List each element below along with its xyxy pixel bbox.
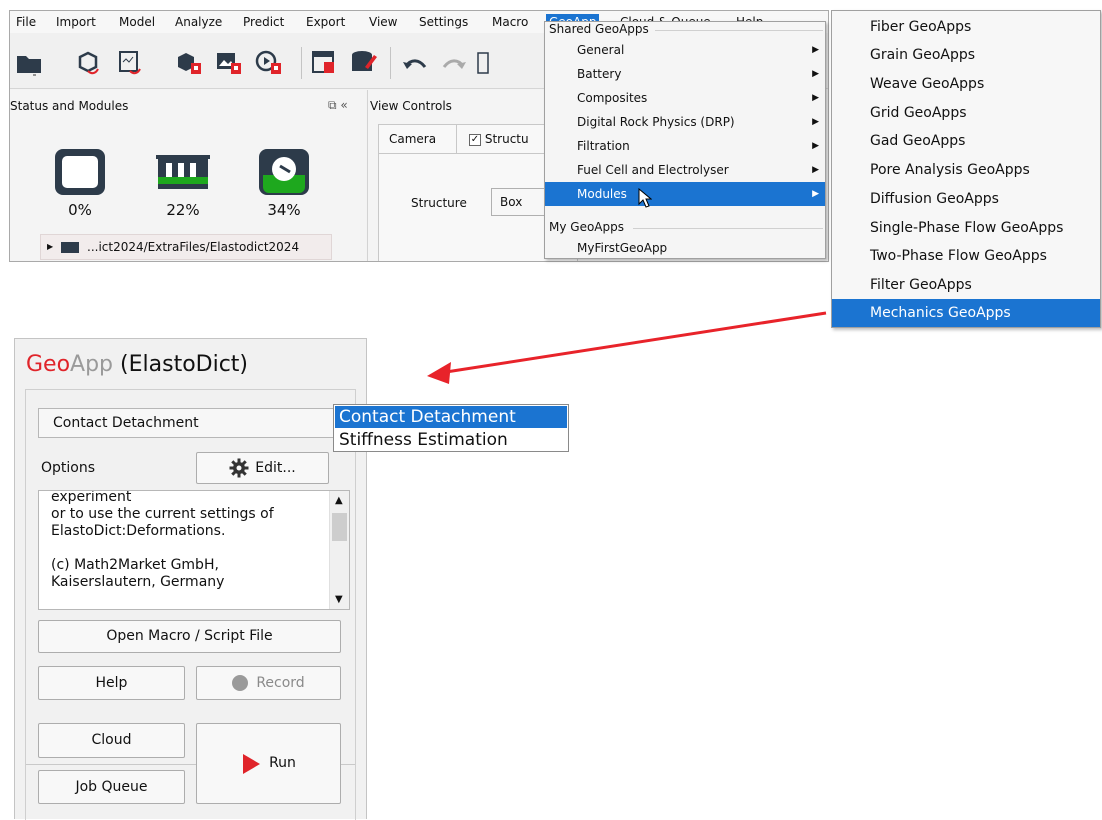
help-button[interactable]: Help	[38, 666, 185, 700]
geoapp-select-popup: Contact Detachment Stiffness Estimation	[333, 404, 569, 452]
open-macro-button[interactable]: Open Macro / Script File	[38, 620, 341, 653]
title-geo: Geo	[26, 352, 71, 377]
geoapp-select[interactable]: Contact Detachment ▼	[38, 408, 348, 438]
vertical-scrollbar[interactable]: ▲ ▼	[329, 491, 349, 609]
edit-button[interactable]: Edit...	[196, 452, 329, 484]
run-button[interactable]: Run	[196, 723, 341, 804]
job-queue-button[interactable]: Job Queue	[38, 770, 185, 804]
description-text: experiment or to use the current setting…	[51, 490, 274, 590]
geoapp-select-value: Contact Detachment	[53, 415, 199, 431]
gear-icon	[229, 458, 249, 478]
panel-title: GeoApp (ElastoDict)	[26, 352, 248, 377]
record-button-label: Record	[256, 675, 305, 691]
edit-button-label: Edit...	[255, 460, 296, 476]
option-contact-detachment[interactable]: Contact Detachment	[335, 406, 567, 428]
cloud-button[interactable]: Cloud	[38, 723, 185, 758]
run-button-label: Run	[269, 755, 296, 771]
title-app: App	[70, 352, 114, 377]
geoapp-panel: GeoApp (ElastoDict) Contact Detachment ▼…	[14, 338, 367, 820]
scroll-up-icon[interactable]: ▲	[335, 495, 343, 506]
options-label: Options	[41, 460, 96, 476]
record-icon	[232, 675, 249, 691]
scroll-down-icon[interactable]: ▼	[335, 594, 343, 605]
play-icon	[243, 753, 261, 774]
title-name: (ElastoDict)	[113, 352, 249, 377]
description-textbox[interactable]: experiment or to use the current setting…	[38, 490, 350, 610]
option-stiffness-estimation[interactable]: Stiffness Estimation	[335, 429, 567, 451]
scroll-thumb[interactable]	[332, 513, 347, 541]
record-button[interactable]: Record	[196, 666, 341, 700]
